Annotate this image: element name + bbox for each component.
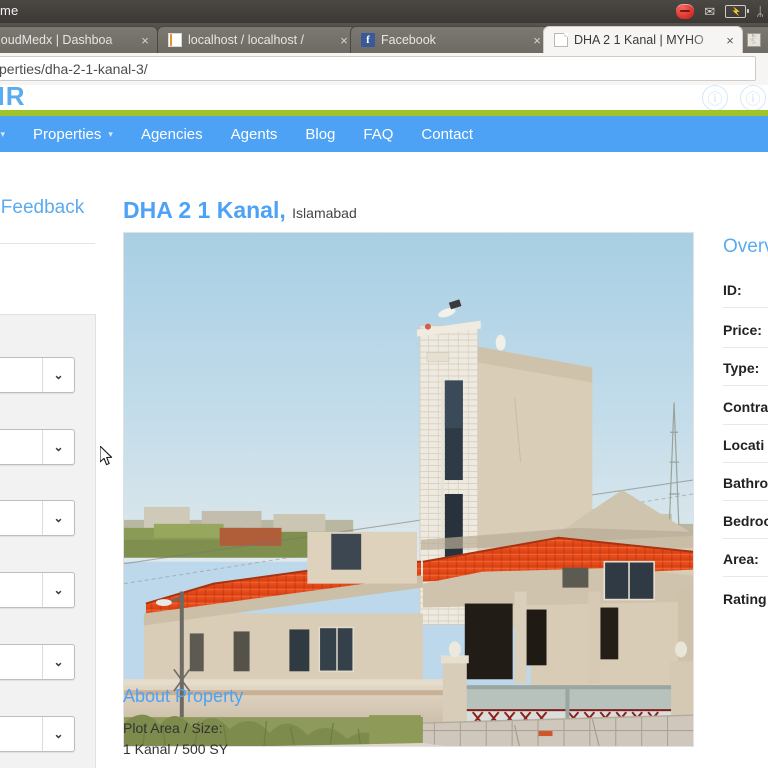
chevron-down-icon: ▾ xyxy=(0,128,6,139)
browser-tab-localhost[interactable]: localhost / localhost / × xyxy=(157,26,357,53)
minimize-icon[interactable] xyxy=(676,4,695,19)
browser-tab-cloudmedx[interactable]: CloudMedx | Dashboa × xyxy=(0,26,158,53)
nav-item-properties[interactable]: Properties ▾ xyxy=(19,116,127,152)
overview-heading: Overv xyxy=(723,236,768,257)
tab-title: Facebook xyxy=(381,33,436,47)
filter-select-5[interactable]: ⌄ xyxy=(0,644,75,680)
battery-charging-icon[interactable]: ⚡ xyxy=(725,5,750,18)
chevron-down-icon[interactable]: ⌄ xyxy=(43,430,74,464)
mouse-cursor xyxy=(100,446,113,466)
nav-item-agents[interactable]: Agents xyxy=(217,116,292,152)
overview-separator xyxy=(723,500,768,501)
nav-label: FAQ xyxy=(363,125,394,143)
nav-item-agencies[interactable]: Agencies xyxy=(127,116,217,152)
select-divider xyxy=(42,358,43,392)
nav-item-contact[interactable]: Contact xyxy=(407,116,487,152)
address-bar-value[interactable]: perties/dha-2-1-kanal-3/ xyxy=(0,61,148,77)
minimize-button[interactable] xyxy=(676,0,695,23)
nav-label: Agents xyxy=(230,125,278,143)
search-icon[interactable]: ⓘ xyxy=(740,85,766,111)
nav-label: Agencies xyxy=(140,125,203,143)
overview-separator xyxy=(723,424,768,425)
overview-separator xyxy=(723,385,768,386)
tab-title: DHA 2 1 Kanal | MYHO xyxy=(574,33,704,47)
overview-row-rating: Rating xyxy=(723,591,767,607)
nav-item-services[interactable]: s ▾ xyxy=(0,116,19,152)
filter-select-4[interactable]: ⌄ xyxy=(0,572,75,608)
tab-title: CloudMedx | Dashboa xyxy=(0,33,113,47)
property-title: DHA 2 1 Kanal, xyxy=(123,197,286,223)
property-location: Islamabad xyxy=(292,205,357,221)
overview-row-bathrooms: Bathro xyxy=(723,475,768,491)
overview-row-location: Locati xyxy=(723,437,765,453)
browser-toolbar: perties/dha-2-1-kanal-3/ xyxy=(0,53,768,86)
tab-close-icon[interactable]: × xyxy=(722,34,738,47)
select-divider xyxy=(42,645,43,679)
tab-title: localhost / localhost / xyxy=(188,33,305,47)
about-property-line-1: Plot Area / Size: xyxy=(123,720,223,736)
select-divider xyxy=(42,717,43,751)
screen-root: rome ✉ ⚡ ᛦ CloudMedx | Dashboa × xyxy=(0,0,768,768)
user-account-icon[interactable]: ⓘ xyxy=(702,85,728,111)
address-bar[interactable]: perties/dha-2-1-kanal-3/ xyxy=(0,56,756,81)
overview-row-area: Area: xyxy=(723,551,759,567)
select-divider xyxy=(42,501,43,535)
main-navigation: s ▾ Properties ▾ Agencies Agents Blog FA… xyxy=(0,116,768,152)
filter-select-1[interactable]: ⌄ xyxy=(0,357,75,393)
system-tray: ✉ ⚡ ᛦ xyxy=(676,0,764,23)
page-title: DHA 2 1 Kanal, Islamabad xyxy=(123,197,357,224)
overview-row-contract: Contra xyxy=(723,399,768,415)
web-page: ΗR ⓘ ⓘ s ▾ Properties ▾ Agencies Agents … xyxy=(0,85,768,768)
nav-label: Properties xyxy=(33,125,102,143)
browser-tab-facebook[interactable]: f Facebook × xyxy=(350,26,550,53)
about-property-heading: About Property xyxy=(123,686,244,706)
browser-tab-dha-active[interactable]: DHA 2 1 Kanal | MYHO × xyxy=(543,26,743,53)
overview-row-id: ID: xyxy=(723,282,742,298)
document-icon xyxy=(554,33,568,47)
browser-tabstrip: CloudMedx | Dashboa × localhost / localh… xyxy=(0,23,768,53)
overview-row-type: Type: xyxy=(723,360,760,376)
chevron-down-icon: ▾ xyxy=(108,128,113,139)
select-divider xyxy=(42,573,43,607)
site-logo[interactable]: ΗR xyxy=(0,85,26,112)
overview-separator xyxy=(723,347,768,348)
sidebar-feedback-heading: s Feedback xyxy=(0,197,85,218)
chevron-down-icon[interactable]: ⌄ xyxy=(43,573,74,607)
site-header-icons: ⓘ ⓘ xyxy=(702,85,766,111)
nav-item-faq[interactable]: FAQ xyxy=(349,116,407,152)
tab-close-icon[interactable]: × xyxy=(137,34,153,47)
nav-label: Contact xyxy=(421,125,474,143)
chevron-down-icon[interactable]: ⌄ xyxy=(43,645,74,679)
bluetooth-indicator[interactable]: ᛦ xyxy=(756,0,764,23)
envelope-icon[interactable]: ✉ xyxy=(704,5,715,18)
nav-item-blog[interactable]: Blog xyxy=(291,116,349,152)
filter-select-6[interactable]: ⌄ xyxy=(0,716,75,752)
about-property-line-2: 1 Kanal / 500 SY xyxy=(123,741,229,757)
chevron-down-icon[interactable]: ⌄ xyxy=(43,501,74,535)
chevron-down-icon[interactable]: ⌄ xyxy=(43,358,74,392)
chevron-down-icon[interactable]: ⌄ xyxy=(43,717,74,751)
nav-label: Blog xyxy=(305,125,336,143)
firefox-icon: 🐇 xyxy=(747,33,761,47)
sidebar-divider xyxy=(0,243,95,244)
facebook-icon: f xyxy=(361,33,375,47)
overview-row-bedrooms: Bedroo xyxy=(723,513,768,529)
overview-separator xyxy=(723,538,768,539)
overview-separator xyxy=(723,462,768,463)
phpmyadmin-icon xyxy=(168,33,182,47)
overview-row-price: Price: xyxy=(723,322,762,338)
mail-indicator[interactable]: ✉ xyxy=(704,0,715,23)
select-divider xyxy=(42,430,43,464)
window-title: rome xyxy=(0,3,19,18)
battery-indicator[interactable]: ⚡ xyxy=(725,0,750,23)
bluetooth-icon[interactable]: ᛦ xyxy=(756,5,764,18)
filter-select-3[interactable]: ⌄ xyxy=(0,500,75,536)
property-photo xyxy=(123,232,694,747)
os-titlebar: rome ✉ ⚡ ᛦ xyxy=(0,0,768,23)
filter-select-2[interactable]: ⌄ xyxy=(0,429,75,465)
overview-separator xyxy=(723,307,768,308)
overview-separator xyxy=(723,576,768,577)
